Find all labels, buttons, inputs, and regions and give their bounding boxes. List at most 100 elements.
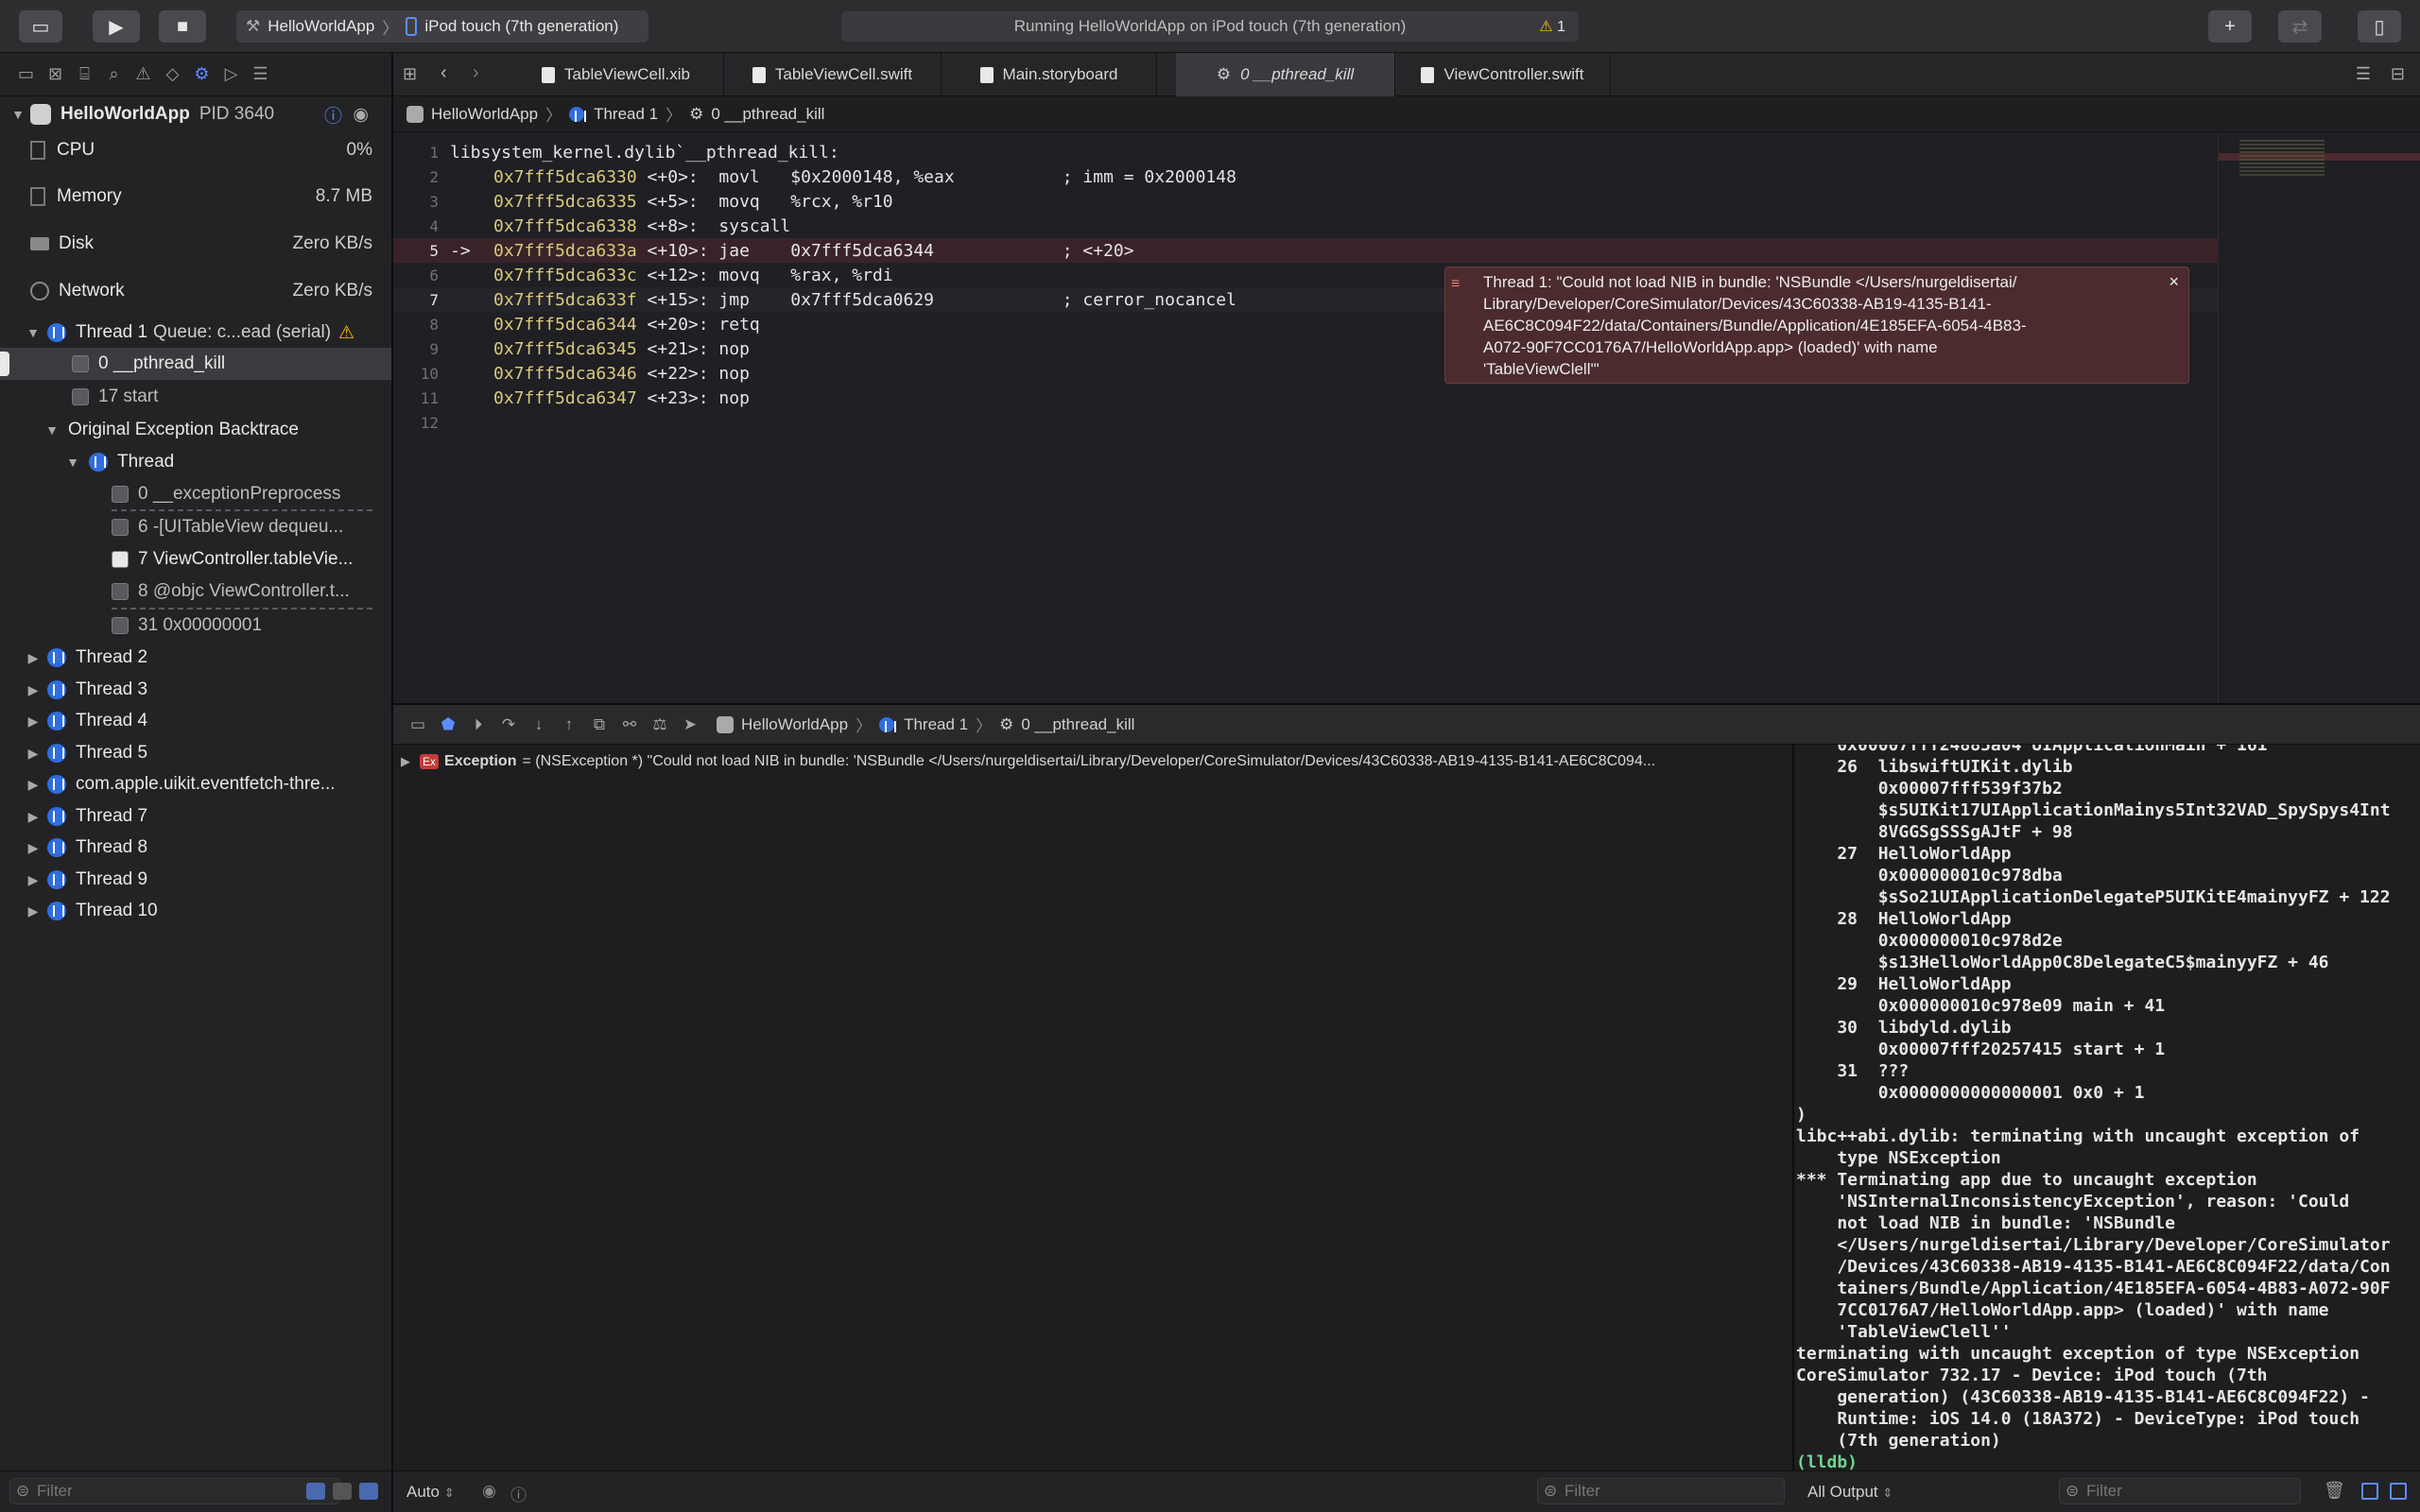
jump-thread[interactable]: Thread 1 — [594, 105, 658, 124]
frame-row-selected[interactable]: 0 __pthread_kill — [0, 348, 391, 380]
stop-button[interactable]: ■ — [159, 10, 206, 43]
minimap[interactable] — [2218, 132, 2420, 703]
disclosure-triangle-icon[interactable]: ▶ — [25, 777, 42, 793]
trash-icon[interactable]: 🗑 — [2324, 1481, 2345, 1501]
process-row[interactable]: ▼ HelloWorldApp PID 3640 ⓘ ◉ — [0, 98, 391, 130]
gauge-memory[interactable]: Memory 8.7 MB — [0, 173, 391, 220]
auto-selector[interactable]: Auto ⇕ — [406, 1483, 455, 1502]
thread-row[interactable]: ▶ Thread 4 — [0, 705, 391, 737]
thread-row[interactable]: ▶ com.apple.uikit.eventfetch-thre... — [0, 768, 391, 800]
tab-pthread-kill[interactable]: ⚙ 0 __pthread_kill — [1176, 53, 1395, 96]
back-icon[interactable]: ‹ — [441, 62, 447, 84]
source-control-icon[interactable]: ⊠ — [41, 64, 70, 84]
code-review-button[interactable]: ⇄ — [2278, 10, 2322, 43]
navigator-toggle-button[interactable]: ▭ — [19, 10, 62, 43]
disclosure-triangle-icon[interactable]: ▶ — [401, 754, 410, 769]
variables-filter-input[interactable]: ⊜ Filter — [1537, 1478, 1785, 1504]
library-button[interactable]: + — [2208, 10, 2252, 43]
tab-viewcontroller-swift[interactable]: ViewController.swift — [1395, 53, 1611, 96]
memory-graph-icon[interactable]: ⚯ — [616, 715, 643, 734]
lldb-prompt[interactable]: (lldb) — [1796, 1452, 1858, 1470]
scheme-selector[interactable]: ⚒ HelloWorldApp 〉 iPod touch (7th genera… — [236, 10, 648, 43]
test-icon[interactable]: ◇ — [158, 64, 187, 84]
environment-icon[interactable]: ⚖ — [647, 715, 673, 734]
view-hierarchy-icon[interactable]: ⧉ — [586, 715, 613, 734]
location-icon[interactable]: ➤ — [677, 715, 703, 734]
run-button[interactable]: ▶ — [93, 10, 140, 43]
eye-icon[interactable]: ◉ — [482, 1482, 496, 1501]
debug-navigator-icon[interactable]: ⚙ — [187, 64, 216, 84]
bt-frame-row[interactable]: 31 0x00000001 — [0, 610, 391, 642]
step-into-icon[interactable]: ↓ — [526, 715, 552, 734]
grid-icon[interactable]: ⊞ — [403, 64, 417, 84]
report-icon[interactable]: ☰ — [246, 64, 275, 84]
bt-frame-row[interactable]: 0 __exceptionPreprocess — [0, 478, 391, 510]
thread-row[interactable]: ▶ Thread 3 — [0, 674, 391, 706]
disclosure-triangle-icon[interactable]: ▼ — [64, 455, 81, 470]
variable-row[interactable]: ▶ Ex Exception = (NSException *) "Could … — [401, 748, 1790, 775]
disclosure-triangle-icon[interactable]: ▶ — [25, 682, 42, 698]
thread-row[interactable]: ▶ Thread 9 — [0, 864, 391, 896]
disclosure-triangle-icon[interactable]: ▶ — [25, 872, 42, 888]
disclosure-triangle-icon[interactable]: ▶ — [25, 809, 42, 825]
frame-row[interactable]: 17 start — [0, 381, 391, 413]
gauge-disk[interactable]: Disk Zero KB/s — [0, 220, 391, 267]
disclosure-triangle-icon[interactable]: ▼ — [25, 325, 42, 340]
debug-jump-thread[interactable]: Thread 1 — [904, 715, 968, 734]
debug-jump-app[interactable]: HelloWorldApp — [741, 715, 848, 734]
error-annotation-banner[interactable]: ≡ × Thread 1: "Could not load NIB in bun… — [1444, 266, 2189, 384]
tab-tableviewcell-xib[interactable]: TableViewCell.xib — [509, 53, 724, 96]
close-icon[interactable]: × — [2169, 271, 2179, 293]
folder-icon[interactable]: ▭ — [11, 64, 41, 84]
symbol-icon[interactable]: ⌸ — [70, 64, 99, 84]
disclosure-triangle-icon[interactable]: ▶ — [25, 713, 42, 730]
thread-row[interactable]: ▶ Thread 10 — [0, 895, 391, 927]
thread-row[interactable]: ▶ Thread 8 — [0, 832, 391, 864]
record-icon[interactable]: ◉ — [353, 104, 369, 126]
warning-count-badge[interactable]: ⚠ 1 — [1539, 17, 1565, 36]
console-output[interactable]: 0x00007fff24885a04 UIApplicationMain + 1… — [1794, 745, 2420, 1470]
info-icon[interactable]: ⓘ — [510, 1482, 527, 1505]
breakpoint-icon[interactable]: ▷ — [216, 64, 246, 84]
disclosure-triangle-icon[interactable]: ▶ — [25, 746, 42, 762]
console-filter-input[interactable]: ⊜ Filter — [2059, 1478, 2301, 1504]
thread-row[interactable]: ▶ Thread 2 — [0, 642, 391, 674]
filter-option-icon[interactable] — [359, 1483, 378, 1500]
disclosure-triangle-icon[interactable]: ▶ — [25, 650, 42, 666]
disclosure-triangle-icon[interactable]: ▶ — [25, 903, 42, 919]
thread-row[interactable]: ▶ Thread 5 — [0, 737, 391, 769]
tab-tableviewcell-swift[interactable]: TableViewCell.swift — [724, 53, 942, 96]
step-over-icon[interactable]: ↷ — [495, 715, 522, 734]
split-view-icon[interactable] — [2390, 1483, 2407, 1500]
info-icon[interactable]: ⓘ — [324, 102, 342, 128]
issue-icon[interactable]: ⚠ — [129, 64, 158, 84]
filter-option-icon[interactable] — [306, 1483, 325, 1500]
bt-frame-row[interactable]: 8 @objc ViewController.t... — [0, 576, 391, 608]
jump-frame[interactable]: 0 __pthread_kill — [711, 105, 824, 124]
backtrace-group[interactable]: ▼ Original Exception Backtrace — [0, 414, 391, 446]
bt-frame-row[interactable]: 7 ViewController.tableVie... — [0, 543, 391, 576]
debug-jump-frame[interactable]: 0 __pthread_kill — [1021, 715, 1134, 734]
continue-icon[interactable]: ⏵ — [465, 715, 492, 734]
tab-main-storyboard[interactable]: Main.storyboard — [942, 53, 1157, 96]
output-selector[interactable]: All Output ⇕ — [1807, 1483, 1893, 1502]
find-icon[interactable]: ⌕ — [99, 64, 129, 84]
step-out-icon[interactable]: ↑ — [556, 715, 582, 734]
disclosure-triangle-icon[interactable]: ▼ — [43, 422, 60, 438]
editor-options-icon[interactable]: ☰ — [2356, 64, 2371, 84]
split-view-icon[interactable] — [2361, 1483, 2378, 1500]
disclosure-triangle-icon[interactable]: ▶ — [25, 840, 42, 856]
disassembly-editor[interactable]: 1 libsystem_kernel.dylib`__pthread_kill:… — [393, 132, 2218, 703]
hide-debug-area-icon[interactable]: ▭ — [405, 715, 431, 734]
filter-option-icon[interactable] — [333, 1483, 352, 1500]
bt-frame-row[interactable]: 6 -[UITableView dequeu... — [0, 511, 391, 543]
thread-row-1[interactable]: ▼ Thread 1 Queue: c...ead (serial) ⚠ — [0, 317, 391, 349]
variables-view[interactable]: ▶ Ex Exception = (NSException *) "Could … — [393, 745, 1792, 1470]
forward-icon[interactable]: › — [473, 62, 479, 84]
jump-app[interactable]: HelloWorldApp — [431, 105, 538, 124]
gauge-network[interactable]: Network Zero KB/s — [0, 267, 391, 315]
navigator-filter-input[interactable]: ⊜ Filter — [9, 1478, 340, 1504]
inspector-toggle-button[interactable]: ▯ — [2358, 10, 2401, 43]
backtrace-thread[interactable]: ▼ Thread — [0, 446, 391, 478]
disclosure-triangle-icon[interactable]: ▼ — [9, 107, 26, 122]
